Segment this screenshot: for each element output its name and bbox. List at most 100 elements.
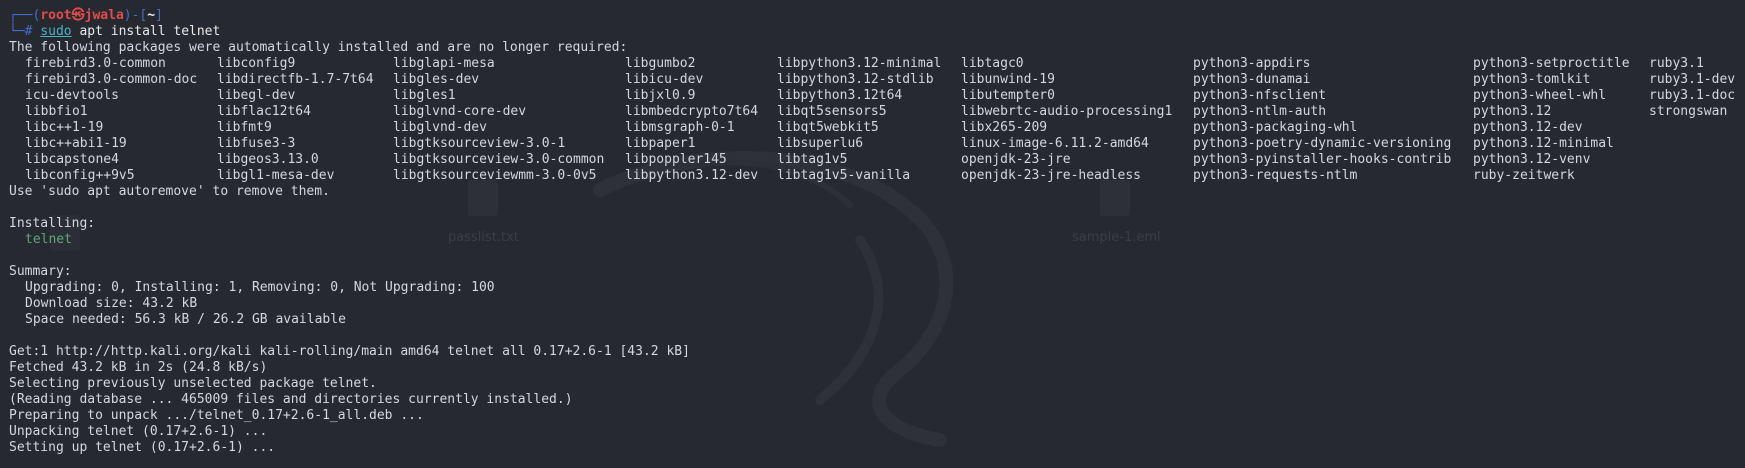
package-item: libglvnd-dev (393, 120, 487, 135)
package-item: libpython3.12-dev (625, 168, 759, 183)
summary-counts: Upgrading: 0, Installing: 1, Removing: 0… (25, 280, 495, 295)
package-item: libglapi-mesa (393, 56, 495, 71)
terminal-output: ┌──(root㉿jwala)-[~] └─# sudo apt install… (9, 8, 1745, 456)
package-column: libconfig9 libdirectfb-1.7-7t64 libegl-d… (217, 56, 374, 184)
terminal-window[interactable]: passlist.txt sample-1.eml ┌──(root㉿jwala… (0, 0, 1745, 468)
package-item: libgtksourceview-3.0-common (393, 152, 605, 167)
package-list: firebird3.0-common firebird3.0-common-do… (9, 56, 1745, 184)
package-column: python3-setproctitle python3-tomlkit pyt… (1473, 56, 1630, 184)
package-column: libpython3.12-minimal libpython3.12-stdl… (777, 56, 941, 184)
package-item: libicu-dev (625, 72, 704, 87)
setting-up-line: Setting up telnet (0.17+2.6-1) ... (9, 440, 276, 455)
package-item: libconfig++9v5 (25, 168, 135, 183)
package-item: libpoppler145 (625, 152, 727, 167)
package-column: python3-appdirs python3-dunamai python3-… (1193, 56, 1451, 184)
package-item: libgles-dev (393, 72, 480, 87)
installing-header: Installing: (9, 216, 96, 231)
package-item: libpython3.12-minimal (777, 56, 942, 71)
package-item: libpython3.12-stdlib (777, 72, 934, 87)
package-item: libmbedcrypto7t64 (625, 104, 759, 119)
package-item: firebird3.0-common (25, 56, 166, 71)
package-item: libegl-dev (217, 88, 296, 103)
package-item: libc++abi1-19 (25, 136, 127, 151)
package-item: libfuse3-3 (217, 136, 296, 151)
package-item: libunwind-19 (961, 72, 1055, 87)
prompt-frame: └─ (9, 24, 25, 39)
prompt-host: jwala (84, 8, 124, 23)
package-item: python3-packaging-whl (1193, 120, 1358, 135)
package-item: libgles1 (393, 88, 456, 103)
package-item: ruby3.1-dev (1649, 72, 1736, 87)
package-item: ruby3.1-doc (1649, 88, 1736, 103)
package-item: python3-dunamai (1193, 72, 1311, 87)
package-item: libconfig9 (217, 56, 296, 71)
selecting-line: Selecting previously unselected package … (9, 376, 377, 391)
package-item: libwebrtc-audio-processing1 (961, 104, 1173, 119)
package-item: python3.12-dev (1473, 120, 1583, 135)
package-item: libbfio1 (25, 104, 88, 119)
package-item: libmsgraph-0-1 (625, 120, 735, 135)
prompt-frame: ] (155, 8, 163, 23)
package-item: ruby3.1 (1649, 56, 1704, 71)
prompt-frame: )-[ (123, 8, 148, 23)
space-needed: Space needed: 56.3 kB / 26.2 GB availabl… (25, 312, 346, 327)
package-item: linux-image-6.11.2-amd64 (961, 136, 1149, 151)
package-item: openjdk-23-jre-headless (961, 168, 1142, 183)
prompt-path: ~ (147, 8, 156, 23)
autoremove-hint: Use 'sudo apt autoremove' to remove them… (9, 184, 330, 199)
fetched-line: Fetched 43.2 kB in 2s (24.8 kB/s) (9, 360, 268, 375)
unpacking-line: Unpacking telnet (0.17+2.6-1) ... (9, 424, 268, 439)
package-item: libcapstone4 (25, 152, 119, 167)
package-item: libdirectfb-1.7-7t64 (217, 72, 374, 87)
prompt-frame: ┌──( (9, 8, 41, 23)
package-item: libpython3.12t64 (777, 88, 903, 103)
package-item: libgeos3.13.0 (217, 152, 319, 167)
package-item: python3-pyinstaller-hooks-contrib (1193, 152, 1452, 167)
package-item: icu-devtools (25, 88, 119, 103)
package-item: libjxl0.9 (625, 88, 696, 103)
preparing-line: Preparing to unpack .../telnet_0.17+2.6-… (9, 408, 424, 423)
package-item: libglvnd-core-dev (393, 104, 527, 119)
package-item: libfmt9 (217, 120, 272, 135)
prompt-at-symbol: ㉿ (71, 8, 85, 23)
package-item: libpaper1 (625, 136, 696, 151)
package-item: python3-appdirs (1193, 56, 1311, 71)
package-item: libflac12t64 (217, 104, 311, 119)
package-item: libgtksourceview-3.0-1 (393, 136, 566, 151)
auto-installed-header: The following packages were automaticall… (9, 40, 628, 55)
package-item: libqt5webkit5 (777, 120, 879, 135)
prompt-header: ┌──(root㉿jwala)-[~] (9, 8, 1745, 24)
installing-package: telnet (25, 232, 72, 247)
package-item: libgtksourceviewmm-3.0-0v5 (393, 168, 597, 183)
command-sudo: sudo (40, 24, 72, 39)
package-item: libx265-209 (961, 120, 1048, 135)
package-column: ruby3.1 ruby3.1-dev ruby3.1-doc strongsw… (1649, 56, 1735, 120)
package-column: libgumbo2 libicu-dev libjxl0.9 libmbedcr… (625, 56, 758, 184)
package-item: python3-nfsclient (1193, 88, 1327, 103)
package-item: python3-setproctitle (1473, 56, 1630, 71)
package-item: ruby-zeitwerk (1473, 168, 1575, 183)
package-column: libtagc0 libunwind-19 libutempter0 libwe… (961, 56, 1172, 184)
package-item: libgumbo2 (625, 56, 696, 71)
package-item: libc++1-19 (25, 120, 104, 135)
package-item: libtagc0 (961, 56, 1024, 71)
package-item: python3.12-minimal (1473, 136, 1614, 151)
package-item: python3.12 (1473, 104, 1552, 119)
command-line: └─# sudo apt install telnet (9, 24, 1745, 40)
package-item: libtag1v5-vanilla (777, 168, 911, 183)
get-line: Get:1 http://http.kali.org/kali kali-rol… (9, 344, 690, 359)
package-item: python3.12-venv (1473, 152, 1591, 167)
package-item: libutempter0 (961, 88, 1055, 103)
package-item: python3-tomlkit (1473, 72, 1591, 87)
package-column: firebird3.0-common firebird3.0-common-do… (25, 56, 197, 184)
package-item: python3-wheel-whl (1473, 88, 1607, 103)
package-item: python3-ntlm-auth (1193, 104, 1327, 119)
package-item: openjdk-23-jre (961, 152, 1071, 167)
package-item: libsuperlu6 (777, 136, 864, 151)
package-item: firebird3.0-common-doc (25, 72, 198, 87)
package-item: python3-poetry-dynamic-versioning (1193, 136, 1452, 151)
reading-database-line: (Reading database ... 465009 files and d… (9, 392, 573, 407)
download-size: Download size: 43.2 kB (25, 296, 198, 311)
prompt-user: root (40, 8, 72, 23)
package-item: libtag1v5 (777, 152, 848, 167)
